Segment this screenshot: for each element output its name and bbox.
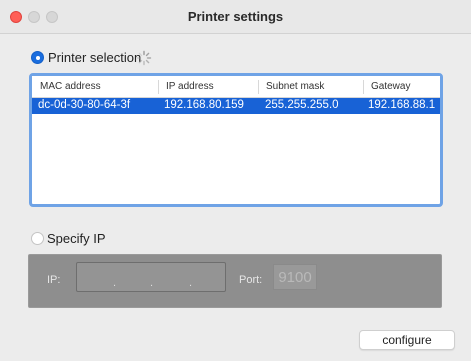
loading-spinner-icon xyxy=(136,50,152,66)
specify-ip-radio[interactable] xyxy=(31,232,44,245)
printer-table[interactable]: MAC address IP address Subnet mask Gatew… xyxy=(29,73,443,207)
cell-subnet: 255.255.255.0 xyxy=(265,99,339,111)
column-divider xyxy=(258,80,259,94)
cell-mac: dc-0d-30-80-64-3f xyxy=(38,99,131,111)
window-title: Printer settings xyxy=(187,9,284,24)
port-value: 9100 xyxy=(278,269,312,286)
table-header: MAC address IP address Subnet mask Gatew… xyxy=(32,76,440,98)
cell-gateway: 192.168.88.1 xyxy=(368,99,436,111)
cell-ip: 192.168.80.159 xyxy=(164,99,244,111)
column-divider xyxy=(363,80,364,94)
title-bar: Printer settings xyxy=(0,0,471,34)
port-input[interactable]: 9100 xyxy=(273,264,317,290)
printer-settings-window: Printer settings Printer selection MAC a… xyxy=(0,0,471,361)
specify-ip-label[interactable]: Specify IP xyxy=(47,231,106,246)
column-header-subnet[interactable]: Subnet mask xyxy=(266,81,324,92)
ip-label: IP: xyxy=(47,274,61,286)
column-header-mac[interactable]: MAC address xyxy=(40,81,101,92)
column-divider xyxy=(158,80,159,94)
specify-ip-panel: IP: . . . Port: 9100 xyxy=(28,254,442,308)
printer-selection-label[interactable]: Printer selection xyxy=(48,50,141,65)
ip-address-input[interactable]: . . . xyxy=(76,262,226,292)
ip-separator: . xyxy=(113,277,117,289)
printer-selection-radio[interactable] xyxy=(31,51,44,64)
column-header-gateway[interactable]: Gateway xyxy=(371,81,410,92)
table-row[interactable]: dc-0d-30-80-64-3f 192.168.80.159 255.255… xyxy=(32,98,440,114)
port-label: Port: xyxy=(239,274,263,286)
configure-button[interactable]: configure xyxy=(359,330,455,350)
ip-separator: . xyxy=(189,277,193,289)
column-header-ip[interactable]: IP address xyxy=(166,81,214,92)
ip-separator: . xyxy=(150,277,154,289)
